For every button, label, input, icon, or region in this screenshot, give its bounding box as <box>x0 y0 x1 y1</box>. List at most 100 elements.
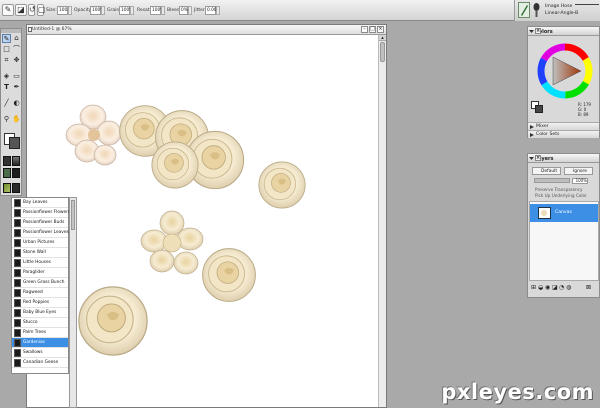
crop-icon[interactable]: ⌗ <box>2 56 11 65</box>
size-stepper[interactable] <box>68 6 72 15</box>
pattern-swatch <box>14 259 21 267</box>
paint-bucket-icon[interactable]: ◐ <box>12 99 21 108</box>
brush-variant: Linear-Angle-B <box>545 11 579 16</box>
dynamic-plugins-icon[interactable]: ◔ <box>559 284 564 291</box>
panel-close-button[interactable]: × <box>535 28 541 34</box>
mask-icon[interactable]: ◉ <box>545 284 550 291</box>
gradient-selector[interactable] <box>12 156 20 166</box>
list-item[interactable]: Palm Trees <box>12 328 68 338</box>
composite-method-select[interactable]: Default <box>532 167 561 175</box>
list-item[interactable]: Urban Pictures <box>12 238 68 248</box>
panel-close-button[interactable]: × <box>535 155 541 161</box>
bleed-field[interactable]: 0% <box>179 6 188 15</box>
list-item[interactable]: Red Poppies <box>12 298 68 308</box>
resat-stepper[interactable] <box>161 6 165 15</box>
pick-up-underlying-color-checkbox[interactable]: Pick Up Underlying Color <box>535 193 587 198</box>
jitter-field[interactable]: 0.00 <box>205 6 217 15</box>
document-window[interactable]: Untitled-1 @ 67% – □ × ▴ <box>26 24 387 408</box>
look-selector[interactable] <box>12 183 20 193</box>
pen-icon[interactable]: ✒ <box>12 83 21 92</box>
jitter-stepper[interactable] <box>216 6 220 15</box>
hand-icon[interactable]: ✋ <box>12 115 21 124</box>
collapse-triangle-icon[interactable] <box>529 29 534 34</box>
weaving-selector[interactable] <box>12 168 20 178</box>
bleed-stepper[interactable] <box>188 6 192 15</box>
collapse-triangle-icon[interactable] <box>529 156 534 161</box>
new-group-icon[interactable]: ◒ <box>538 284 543 291</box>
list-scrollbar[interactable] <box>69 197 77 408</box>
scroll-thumb[interactable] <box>380 42 385 62</box>
nozzle-selector[interactable] <box>3 183 11 193</box>
layers-panel: Layers × Default Ignore 100% Preserve Tr… <box>527 153 600 298</box>
list-item[interactable]: Ragweed <box>12 288 68 298</box>
list-item[interactable]: Baby Blue Eyes <box>12 308 68 318</box>
tablet-icon[interactable]: ▢ <box>37 4 46 16</box>
brush-settings-icon[interactable]: ◪ <box>15 4 27 16</box>
document-vertical-scrollbar[interactable]: ▴ <box>378 35 386 407</box>
list-item[interactable]: Bay Leaves <box>12 198 68 208</box>
size-field[interactable]: 100.0 <box>57 6 71 15</box>
list-item[interactable]: Canadian Geese <box>12 358 68 368</box>
pattern-swatch <box>14 309 21 317</box>
list-item[interactable]: Passionflower Buds <box>12 218 68 228</box>
layers-panel-title-bar[interactable]: Layers × <box>528 154 599 163</box>
list-item-selected[interactable]: Gardenias <box>12 338 68 348</box>
grain-field[interactable]: 100% <box>119 6 133 15</box>
shape-icon[interactable]: ◈ <box>2 72 11 81</box>
document-title-bar[interactable]: Untitled-1 @ 67% – □ × <box>27 25 386 35</box>
colors-panel-title-bar[interactable]: Colors × <box>528 27 599 36</box>
list-item[interactable]: Passionflower Flowers <box>12 208 70 218</box>
color-sets-panel-header[interactable]: Color Sets <box>528 130 599 138</box>
toolbox-grip[interactable] <box>1 29 21 33</box>
color-wheel[interactable] <box>537 43 593 99</box>
resat-field[interactable]: 100% <box>150 6 164 15</box>
magnifier-icon[interactable]: ⚲ <box>2 115 11 124</box>
brush-tool-icon[interactable]: ✎ <box>2 34 11 43</box>
opacity-slider[interactable] <box>534 178 570 183</box>
composite-depth-select[interactable]: Ignore <box>564 167 593 175</box>
lock-icon[interactable]: ◍ <box>566 284 571 291</box>
additional-color-chip[interactable] <box>535 105 543 113</box>
canvas-artwork <box>65 104 306 356</box>
rect-select-icon[interactable]: □ <box>2 45 11 54</box>
list-item[interactable]: Paraglider <box>12 268 68 278</box>
dropper-tool-icon[interactable]: ⌂ <box>12 34 21 43</box>
additional-color-swatch[interactable] <box>9 137 20 149</box>
gardenia-flower <box>151 141 199 189</box>
list-item[interactable]: Stucco <box>12 318 68 328</box>
brush-tool-icon[interactable]: ✎ <box>2 4 14 16</box>
list-scroll-thumb[interactable] <box>71 200 75 230</box>
paper-selector[interactable] <box>3 156 11 166</box>
rectangle-icon[interactable]: ▭ <box>12 72 21 81</box>
preserve-transparency-checkbox[interactable]: Preserve Transparency <box>535 187 582 192</box>
size-label: Size: <box>46 8 57 13</box>
opacity-value[interactable]: 100% <box>572 178 588 184</box>
text-icon[interactable]: T <box>2 83 11 92</box>
list-item[interactable]: Little Houses <box>12 258 68 268</box>
brush-selector[interactable]: Image Hose Linear-Angle-B <box>514 0 600 21</box>
list-item[interactable]: Stone Wall <box>12 248 68 258</box>
delete-layer-icon[interactable]: ⊠ <box>586 284 591 291</box>
scroll-up-arrow[interactable]: ▴ <box>379 35 386 41</box>
pattern-selector[interactable] <box>3 168 11 178</box>
transform-icon[interactable]: ✥ <box>12 56 21 65</box>
grain-stepper[interactable] <box>130 6 134 15</box>
opacity-field[interactable]: 100% <box>90 6 104 15</box>
reset-icon[interactable]: ↺ <box>28 4 36 16</box>
layer-thumbnail <box>538 207 551 219</box>
opacity-stepper[interactable] <box>101 6 105 15</box>
toolbox: ✎ ⌂ □ ⌒ ⌗ ✥ ◈ ▭ T ✒ ╱ ◐ ⚲ ✋ <box>0 28 22 196</box>
layer-row-canvas[interactable]: Canvas <box>530 204 598 222</box>
maximize-button[interactable]: □ <box>369 26 376 33</box>
lasso-icon[interactable]: ⌒ <box>12 45 21 54</box>
eyedropper-icon[interactable]: ╱ <box>2 99 11 108</box>
list-item[interactable]: Green Grass Bunch <box>12 278 68 288</box>
paintbrush-icon <box>533 3 540 17</box>
list-item[interactable]: Swallows <box>12 348 68 358</box>
layer-commands-icon[interactable]: ⊞ <box>531 284 536 291</box>
list-item[interactable]: Passionflower Leaves <box>12 228 69 238</box>
minimize-button[interactable]: – <box>361 26 368 33</box>
close-button[interactable]: × <box>377 26 384 33</box>
new-layer-icon[interactable]: ◪ <box>552 284 558 291</box>
mixer-panel-header[interactable]: Mixer <box>528 122 599 130</box>
